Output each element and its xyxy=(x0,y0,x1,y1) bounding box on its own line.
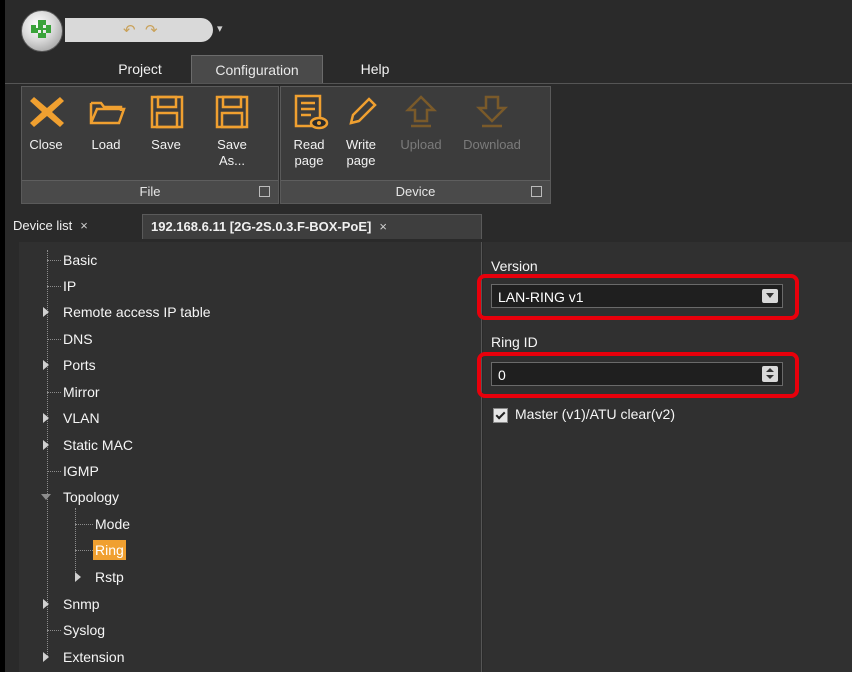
download-button[interactable]: Download xyxy=(453,89,531,173)
master-checkbox[interactable] xyxy=(493,408,508,423)
tree-branch xyxy=(47,630,61,631)
tab-device-list[interactable]: Device list × xyxy=(5,214,145,238)
file-group-footer: File xyxy=(22,180,278,203)
tree-item-basic[interactable]: Basic xyxy=(63,250,97,270)
highlight-box xyxy=(477,274,799,320)
upload-label: Upload xyxy=(400,137,442,152)
expand-arrow-icon[interactable] xyxy=(43,413,49,423)
device-group-launcher-icon[interactable] xyxy=(531,186,542,197)
file-group-label: File xyxy=(139,184,161,199)
tree-item-mode[interactable]: Mode xyxy=(95,514,130,534)
load-label: Load xyxy=(91,137,121,152)
screenshot-left-border xyxy=(0,0,5,672)
tree-branch xyxy=(75,524,93,525)
tree-branch xyxy=(47,286,61,287)
read-page-button[interactable]: Read page xyxy=(285,89,333,173)
tab-configuration[interactable]: Configuration xyxy=(191,55,323,84)
tree-branch xyxy=(75,550,93,551)
device-group: Read page Write page Upload Download Dev… xyxy=(280,86,551,204)
device-group-label: Device xyxy=(395,184,436,199)
download-icon xyxy=(475,95,509,128)
close-icon xyxy=(30,97,64,127)
tree-branch xyxy=(47,392,61,393)
upload-button[interactable]: Upload xyxy=(391,89,451,173)
expand-arrow-icon[interactable] xyxy=(43,599,49,609)
redo-icon[interactable]: ↷ xyxy=(145,21,158,39)
tree-item-ports[interactable]: Ports xyxy=(63,355,96,375)
save-button[interactable]: Save xyxy=(142,89,190,173)
tree-item-mirror[interactable]: Mirror xyxy=(63,382,100,402)
tab-device-config-label: 192.168.6.11 [2G-2S.0.3.F-BOX-PoE] xyxy=(151,219,372,234)
title-bar: ↶ ↷ ▾ xyxy=(5,0,852,52)
tree-item-remote-access-ip-table[interactable]: Remote access IP table xyxy=(63,302,211,322)
save-as-label: Save As... xyxy=(217,137,247,168)
app-window: ↶ ↷ ▾ Project Configuration Help Close L… xyxy=(5,0,852,672)
version-label: Version xyxy=(491,258,538,274)
customize-toolbar-icon[interactable]: ▾ xyxy=(217,22,223,35)
collapse-arrow-icon[interactable] xyxy=(41,494,51,500)
file-group: Close Load Save Save As... File xyxy=(21,86,279,204)
ring-id-label: Ring ID xyxy=(491,334,538,350)
tab-help[interactable]: Help xyxy=(345,55,405,83)
ribbon: Close Load Save Save As... File Read pag… xyxy=(5,83,852,206)
upload-icon xyxy=(404,95,438,128)
tree-item-syslog[interactable]: Syslog xyxy=(63,620,105,640)
write-page-label: Write page xyxy=(345,137,377,168)
tab-device-config[interactable]: 192.168.6.11 [2G-2S.0.3.F-BOX-PoE] × xyxy=(142,214,482,239)
tree-item-igmp[interactable]: IGMP xyxy=(63,461,99,481)
document-tabs: Device list × 192.168.6.11 [2G-2S.0.3.F-B… xyxy=(5,210,852,239)
tree-branch xyxy=(47,339,61,340)
expand-arrow-icon[interactable] xyxy=(43,440,49,450)
app-logo-icon[interactable] xyxy=(21,10,63,52)
close-label: Close xyxy=(29,137,63,152)
tree-item-ip[interactable]: IP xyxy=(63,276,76,296)
tree-line xyxy=(75,508,76,580)
write-page-button[interactable]: Write page xyxy=(337,89,385,173)
tab-project[interactable]: Project xyxy=(100,55,180,83)
quick-access-toolbar: ↶ ↷ xyxy=(65,18,213,42)
tree-item-snmp[interactable]: Snmp xyxy=(63,594,100,614)
save-as-button[interactable]: Save As... xyxy=(200,89,264,173)
folder-icon xyxy=(89,101,126,125)
undo-icon[interactable]: ↶ xyxy=(123,21,136,39)
save-icon xyxy=(150,95,184,129)
device-group-footer: Device xyxy=(281,180,550,203)
master-checkbox-label: Master (v1)/ATU clear(v2) xyxy=(515,406,675,422)
highlight-box xyxy=(477,352,799,398)
tree-branch xyxy=(47,471,61,472)
save-as-icon xyxy=(215,95,249,129)
close-tab-icon[interactable]: × xyxy=(379,219,387,234)
close-tab-icon[interactable]: × xyxy=(80,218,88,233)
tree-item-dns[interactable]: DNS xyxy=(63,329,93,349)
ribbon-tabs: Project Configuration Help xyxy=(5,55,852,84)
close-button[interactable]: Close xyxy=(22,89,70,173)
tree-branch xyxy=(47,260,61,261)
expand-arrow-icon[interactable] xyxy=(75,572,81,582)
settings-tree: Basic IP Remote access IP table DNS Port… xyxy=(19,242,482,672)
save-label: Save xyxy=(151,137,181,152)
tree-item-static-mac[interactable]: Static MAC xyxy=(63,435,133,455)
tree-item-topology[interactable]: Topology xyxy=(63,487,119,507)
read-page-icon xyxy=(294,94,329,130)
read-page-label: Read page xyxy=(293,137,325,168)
file-group-launcher-icon[interactable] xyxy=(259,186,270,197)
tree-item-vlan[interactable]: VLAN xyxy=(63,408,100,428)
tab-device-list-label: Device list xyxy=(13,218,73,233)
load-button[interactable]: Load xyxy=(82,89,130,173)
expand-arrow-icon[interactable] xyxy=(43,360,49,370)
expand-arrow-icon[interactable] xyxy=(43,307,49,317)
write-page-icon xyxy=(349,97,377,125)
tree-item-extension[interactable]: Extension xyxy=(63,647,124,667)
expand-arrow-icon[interactable] xyxy=(43,652,49,662)
download-label: Download xyxy=(463,137,521,152)
ring-settings-panel: Version LAN-RING v1 Ring ID 0 Master (v1… xyxy=(477,242,852,672)
tree-item-rstp[interactable]: Rstp xyxy=(95,567,124,587)
tree-item-ring[interactable]: Ring xyxy=(93,540,126,560)
